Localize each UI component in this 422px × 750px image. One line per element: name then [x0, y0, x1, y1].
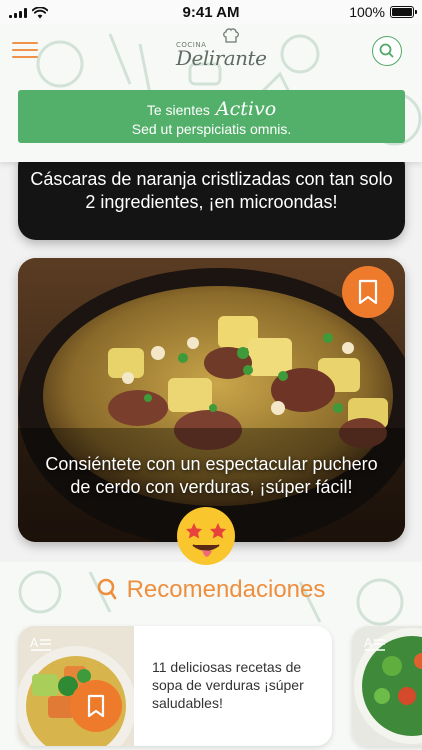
app-logo: COCINA Delirante [174, 28, 267, 72]
mood-line: Te sientes Activo [18, 98, 405, 120]
recommendations-header: Recomendaciones [0, 576, 422, 604]
bookmark-icon [87, 694, 105, 718]
battery-indicator: 100% [349, 4, 417, 20]
bookmark-button[interactable] [70, 680, 122, 732]
svg-text:A: A [364, 636, 373, 650]
chef-hat-icon [223, 28, 239, 43]
app-header: COCINA Delirante Te sientes Activo Sed u… [0, 24, 422, 162]
recipe-card-title: Consiéntete con un espectacular puchero … [45, 454, 378, 497]
recommendations-section: Recomendaciones A 11 deliciosas recetas … [0, 562, 422, 750]
status-bar: 9:41 AM 100% [0, 0, 422, 24]
magnifier-icon [97, 578, 116, 600]
bookmark-button[interactable] [342, 266, 394, 318]
recipe-card-title: Cáscaras de naranja cristlizadas con tan… [30, 169, 393, 212]
menu-button[interactable] [12, 42, 38, 58]
svg-text:A: A [30, 636, 39, 650]
recipe-feed[interactable]: Cáscaras de naranja cristlizadas con tan… [0, 148, 422, 750]
logo-main-text: Delirante [176, 46, 267, 70]
bookmark-icon [358, 279, 378, 305]
battery-icon [390, 6, 417, 18]
recommendation-card[interactable]: A 11 deliciosas recetas de sopa de verdu… [18, 626, 332, 746]
search-icon [379, 43, 394, 58]
recommendation-card[interactable]: A [352, 626, 422, 746]
article-icon: A [364, 636, 385, 651]
battery-percent: 100% [349, 4, 385, 20]
search-button[interactable] [372, 36, 402, 66]
recommendation-text: 11 deliciosas recetas de sopa de verdura… [152, 659, 304, 711]
star-struck-emoji [177, 507, 235, 565]
recipe-card[interactable]: Consiéntete con un espectacular puchero … [18, 258, 405, 542]
salad-thumbnail [352, 626, 422, 746]
mood-banner[interactable]: Te sientes Activo Sed ut perspiciatis om… [18, 90, 405, 143]
mood-value: Activo [215, 98, 277, 120]
article-icon: A [30, 636, 51, 651]
recommendations-title: Recomendaciones [126, 576, 326, 603]
mood-prefix: Te sientes [146, 102, 210, 118]
mood-subtitle: Sed ut perspiciatis omnis. [131, 121, 292, 137]
